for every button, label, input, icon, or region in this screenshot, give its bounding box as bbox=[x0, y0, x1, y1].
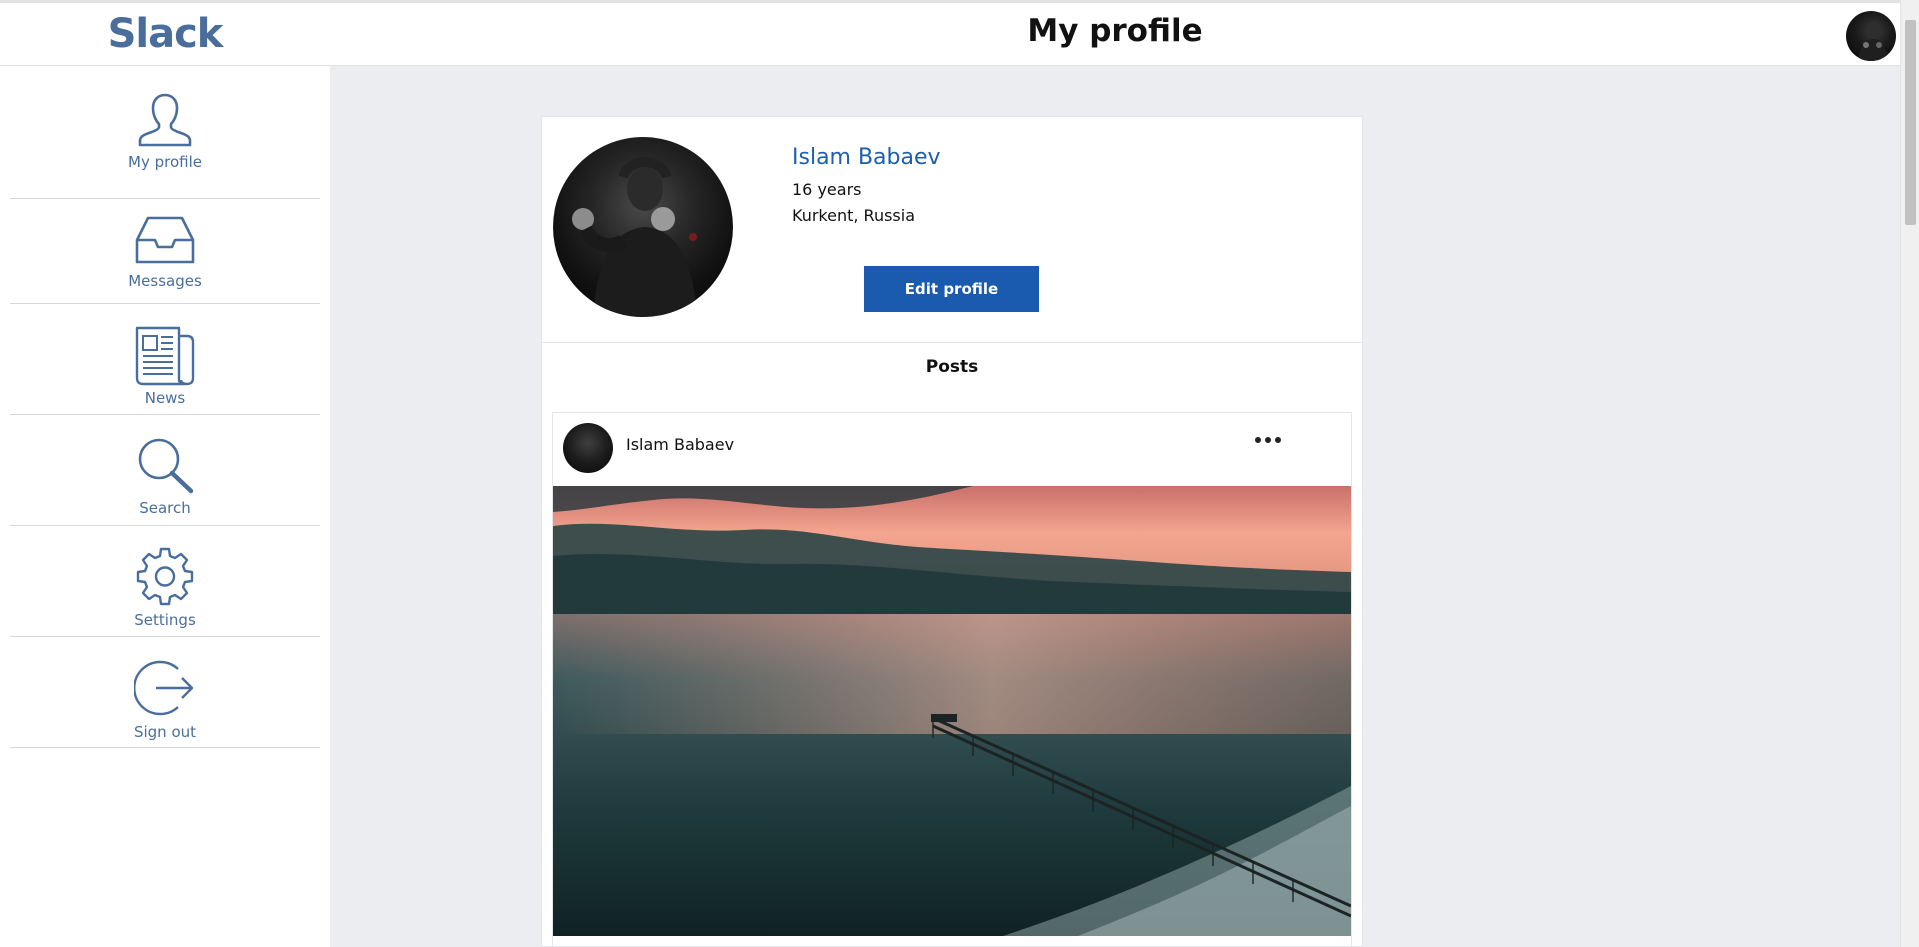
header-avatar[interactable] bbox=[1846, 11, 1896, 61]
sidebar-item-settings[interactable]: Settings bbox=[10, 526, 320, 637]
sidebar-item-sign-out[interactable]: Sign out bbox=[10, 637, 320, 748]
page-scrollbar[interactable] bbox=[1900, 0, 1919, 947]
user-icon bbox=[138, 93, 192, 147]
sidebar-item-label: Sign out bbox=[133, 723, 197, 741]
sidebar: My profile Messages News Search Settings… bbox=[0, 66, 330, 947]
inbox-icon bbox=[135, 216, 195, 264]
sidebar-item-label: Settings bbox=[134, 611, 196, 629]
sidebar-item-label: News bbox=[144, 389, 186, 407]
posts-heading: Posts bbox=[925, 357, 979, 377]
sidebar-item-label: Search bbox=[139, 499, 191, 517]
profile-age: 16 years bbox=[792, 180, 862, 199]
profile-location: Kurkent, Russia bbox=[792, 206, 915, 225]
post-author-name[interactable]: Islam Babaev bbox=[626, 435, 734, 454]
profile-name: Islam Babaev bbox=[792, 145, 941, 170]
search-icon bbox=[138, 438, 194, 494]
sidebar-item-my-profile[interactable]: My profile bbox=[10, 88, 320, 199]
post-image[interactable] bbox=[553, 486, 1351, 936]
scrollbar-thumb[interactable] bbox=[1905, 20, 1916, 225]
app-logo[interactable]: Slack bbox=[0, 11, 330, 57]
divider bbox=[542, 342, 1362, 343]
page-title: My profile bbox=[1027, 13, 1203, 49]
top-bar: Slack My profile bbox=[0, 0, 1900, 66]
sidebar-item-news[interactable]: News bbox=[10, 304, 320, 415]
sign-out-icon bbox=[134, 660, 194, 716]
post-author-avatar[interactable] bbox=[563, 423, 613, 473]
sidebar-item-label: Messages bbox=[128, 272, 202, 290]
profile-avatar bbox=[553, 137, 733, 317]
newspaper-icon bbox=[135, 326, 195, 386]
edit-profile-button[interactable]: Edit profile bbox=[864, 266, 1039, 312]
profile-card: Islam Babaev 16 years Kurkent, Russia Ed… bbox=[541, 116, 1363, 947]
more-horizontal-icon[interactable] bbox=[1248, 433, 1288, 447]
sidebar-item-messages[interactable]: Messages bbox=[10, 199, 320, 304]
sidebar-item-label: My profile bbox=[128, 153, 202, 171]
post-card: Islam Babaev bbox=[552, 412, 1352, 946]
sidebar-item-search[interactable]: Search bbox=[10, 415, 320, 526]
gear-icon bbox=[136, 547, 194, 606]
